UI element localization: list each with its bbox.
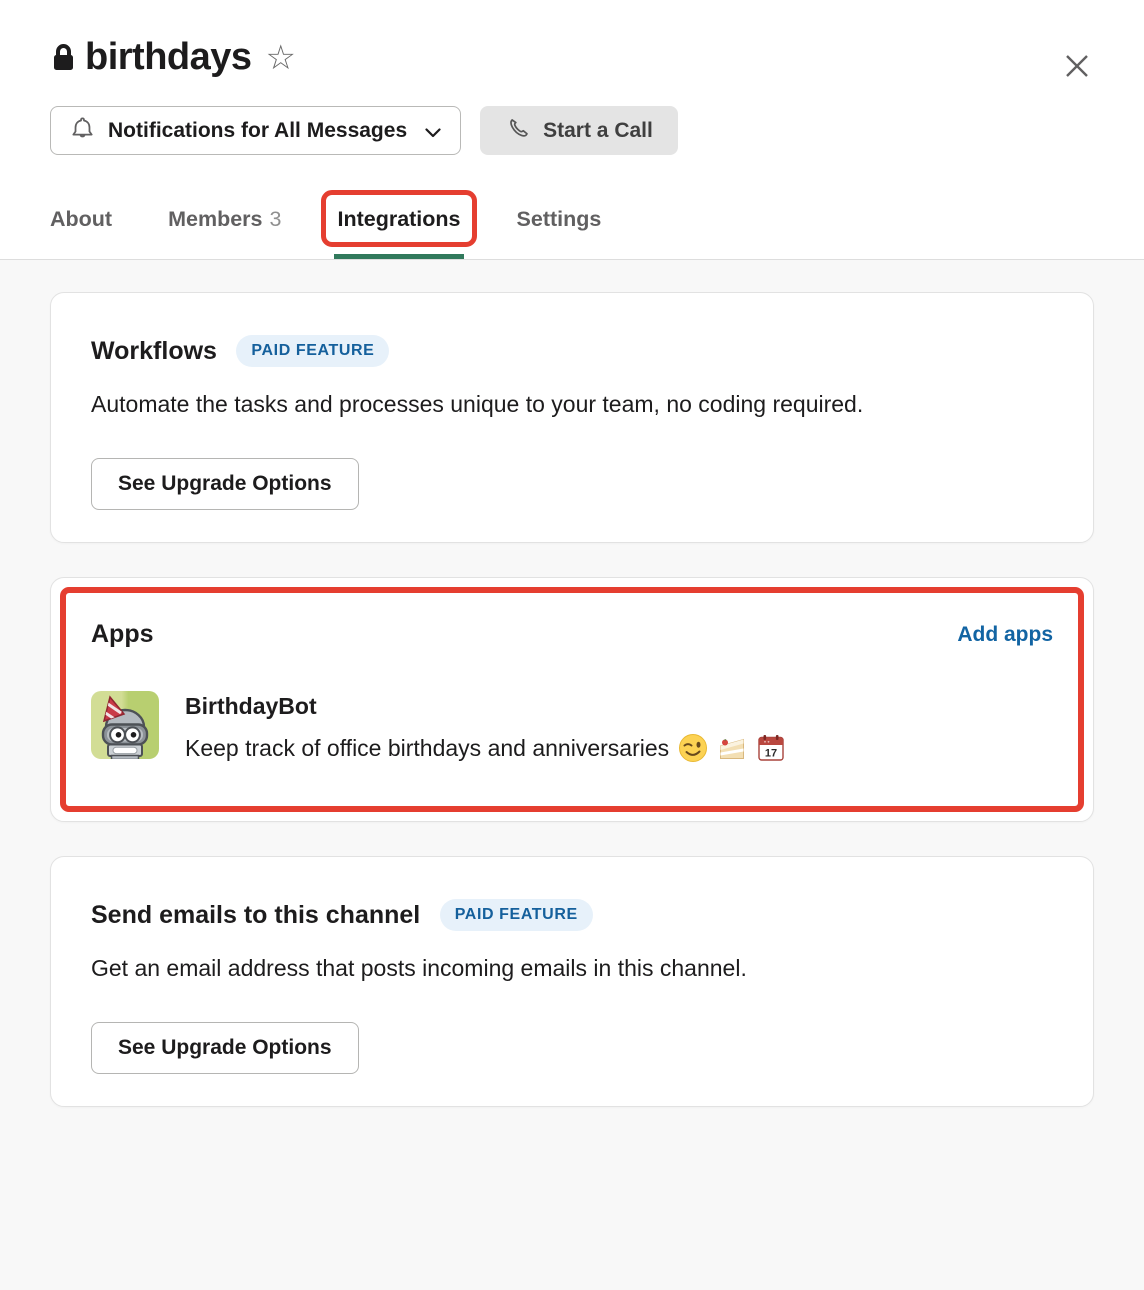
lock-icon — [50, 42, 77, 73]
tab-about[interactable]: About — [50, 207, 112, 232]
tab-integrations-label: Integrations — [337, 207, 460, 231]
send-emails-description: Get an email address that posts incoming… — [91, 946, 891, 990]
app-list-item[interactable]: BirthdayBot Keep track of office birthda… — [91, 691, 1053, 763]
start-call-button[interactable]: Start a Call — [480, 106, 678, 155]
tab-settings[interactable]: Settings — [517, 207, 602, 232]
active-tab-underline — [334, 254, 463, 259]
workflows-description: Automate the tasks and processes unique … — [91, 382, 891, 426]
channel-title-row: birthdays ☆ — [50, 0, 1094, 79]
channel-actions: Notifications for All Messages Start a C… — [50, 106, 1094, 155]
tab-integrations[interactable]: Integrations — [337, 207, 460, 232]
cake-slice-emoji — [717, 733, 747, 763]
star-channel-icon[interactable]: ☆ — [266, 41, 296, 75]
tab-members[interactable]: Members 3 — [168, 207, 281, 232]
notifications-button-label: Notifications for All Messages — [108, 119, 407, 143]
calendar-emoji: 17 — [756, 733, 786, 763]
paid-feature-badge: PAID FEATURE — [440, 899, 593, 931]
close-icon — [1061, 50, 1093, 85]
workflows-card: Workflows PAID FEATURE Automate the task… — [50, 292, 1094, 543]
close-button[interactable] — [1058, 48, 1096, 86]
see-upgrade-options-button[interactable]: See Upgrade Options — [91, 1022, 359, 1074]
winking-face-emoji — [678, 733, 708, 763]
channel-name: birthdays — [85, 36, 252, 79]
send-emails-title: Send emails to this channel — [91, 901, 420, 930]
notifications-button[interactable]: Notifications for All Messages — [50, 106, 461, 155]
app-description: Keep track of office birthdays and anniv… — [185, 735, 669, 762]
tab-about-label: About — [50, 207, 112, 231]
birthdaybot-app-icon — [91, 691, 159, 759]
workflows-title: Workflows — [91, 337, 217, 366]
bell-icon — [70, 115, 95, 146]
tab-settings-label: Settings — [517, 207, 602, 231]
add-apps-link[interactable]: Add apps — [957, 623, 1053, 647]
calendar-number: 17 — [765, 748, 777, 760]
app-name: BirthdayBot — [185, 693, 786, 720]
channel-details-dialog: birthdays ☆ Notifications for All Mes — [0, 0, 1144, 1107]
integrations-panel: Workflows PAID FEATURE Automate the task… — [0, 260, 1144, 1107]
paid-feature-badge: PAID FEATURE — [236, 335, 389, 367]
apps-title: Apps — [91, 620, 154, 649]
dialog-header: birthdays ☆ Notifications for All Mes — [0, 0, 1144, 260]
members-count: 3 — [270, 207, 282, 231]
phone-icon — [505, 115, 530, 146]
start-call-button-label: Start a Call — [543, 119, 653, 143]
tab-members-label: Members — [168, 207, 262, 231]
channel-tabs: About Members 3 Integrations Settings — [50, 184, 1094, 259]
see-upgrade-options-button[interactable]: See Upgrade Options — [91, 458, 359, 510]
apps-card: Apps Add apps — [50, 577, 1094, 822]
send-emails-card: Send emails to this channel PAID FEATURE… — [50, 856, 1094, 1107]
chevron-down-icon — [425, 120, 441, 144]
